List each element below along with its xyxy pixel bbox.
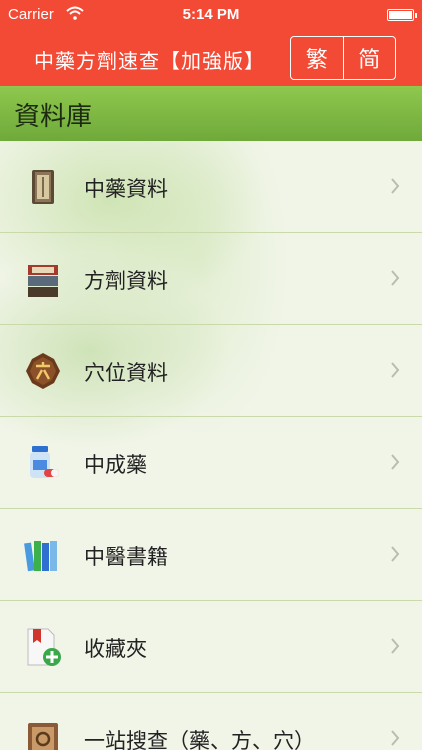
chevron-right-icon [391, 638, 400, 654]
list-item-tcm-books[interactable]: 中醫書籍 [0, 509, 422, 601]
chevron-right-icon [391, 454, 400, 470]
chevron-right-icon [391, 362, 400, 378]
prescription-books-icon [28, 265, 58, 297]
traditional-chinese-button[interactable]: 繁 [291, 37, 343, 79]
search-book-icon [28, 723, 58, 750]
simplified-chinese-button[interactable]: 简 [342, 37, 396, 79]
status-time: 5:14 PM [182, 6, 240, 23]
bookmark-add-icon [27, 628, 61, 666]
section-header: 資料庫 [0, 86, 422, 141]
chevron-right-icon [391, 178, 400, 194]
list-item-label: 中醫書籍 [84, 545, 168, 569]
list-item-label: 中成藥 [84, 453, 147, 477]
acupoint-icon [26, 353, 60, 389]
list-item-label: 一站搜查（藥、方、穴） [84, 729, 315, 750]
list-item-patent-medicine[interactable]: 中成藥 [0, 417, 422, 509]
battery-icon [387, 9, 417, 21]
status-bar: Carrier 5:14 PM [0, 0, 422, 30]
herb-book-icon [32, 170, 54, 204]
list-item-label: 方劑資料 [84, 269, 168, 293]
nav-bar: 中藥方劑速查【加強版】 繁 简 [0, 30, 422, 86]
list-item-favorites[interactable]: 收藏夾 [0, 601, 422, 693]
list-item-prescription-data[interactable]: 方劑資料 [0, 233, 422, 325]
section-title: 資料庫 [14, 102, 93, 132]
list-item-herb-data[interactable]: 中藥資料 [0, 141, 422, 233]
list-item-label: 收藏夾 [84, 637, 147, 661]
bookshelf-icon [24, 541, 57, 572]
list-item-one-stop-search[interactable]: 一站搜查（藥、方、穴） [0, 693, 422, 750]
medicine-bottle-icon [30, 446, 59, 478]
chevron-right-icon [391, 730, 400, 746]
database-list: 中藥資料 方劑資料 穴位資料 中成藥 中醫書籍 收藏夾 一站搜查（藥、方、穴） [0, 141, 422, 750]
language-segmented-control[interactable]: 繁 简 [290, 36, 396, 80]
app-title: 中藥方劑速查【加強版】 [34, 49, 265, 73]
chevron-right-icon [391, 546, 400, 562]
chevron-right-icon [391, 270, 400, 286]
list-item-acupoint-data[interactable]: 穴位資料 [0, 325, 422, 417]
list-item-label: 穴位資料 [84, 361, 168, 385]
list-item-label: 中藥資料 [84, 177, 168, 201]
